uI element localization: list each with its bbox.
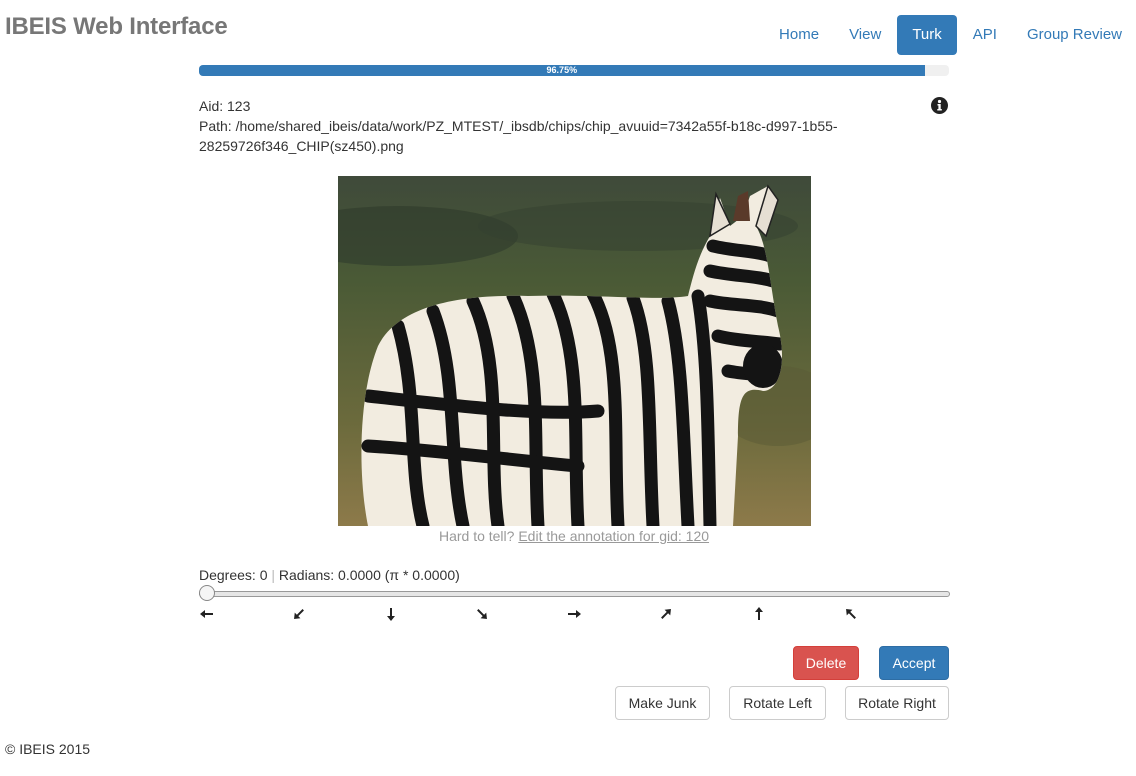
hard-to-tell-hint: Hard to tell? Edit the annotation for gi… [199, 528, 949, 544]
nav-api[interactable]: API [959, 15, 1011, 55]
footer-copyright: © IBEIS 2015 [5, 741, 91, 757]
arrow-down-left-icon[interactable] [291, 606, 307, 622]
rotate-right-button[interactable]: Rotate Right [845, 686, 949, 720]
progress-bar: 96.75% [199, 65, 925, 76]
rotation-slider[interactable] [199, 585, 950, 601]
nav-home[interactable]: Home [765, 15, 833, 55]
edit-annotation-link[interactable]: Edit the annotation for gid: 120 [518, 528, 709, 544]
path-text: Path: /home/shared_ibeis/data/work/PZ_MT… [199, 118, 838, 154]
brand-title[interactable]: IBEIS Web Interface [5, 13, 228, 41]
degrees-text: Degrees: 0 [199, 567, 268, 583]
readout-separator: | [271, 567, 276, 583]
delete-button[interactable]: Delete [793, 646, 859, 680]
nav-turk[interactable]: Turk [897, 15, 957, 55]
annotation-meta: Aid: 123 Path: /home/shared_ibeis/data/w… [199, 96, 899, 156]
accept-button[interactable]: Accept [879, 646, 949, 680]
info-circle-icon[interactable] [931, 97, 948, 114]
annotation-chip-image [338, 176, 811, 526]
rotation-readout: Degrees: 0 | Radians: 0.0000 (π * 0.0000… [199, 567, 460, 583]
aid-text: Aid: 123 [199, 98, 251, 114]
arrow-down-right-icon[interactable] [474, 606, 490, 622]
arrow-up-left-icon[interactable] [843, 606, 859, 622]
slider-thumb[interactable] [199, 585, 215, 601]
top-nav: Home View Turk API Group Review [763, 15, 1136, 55]
arrow-up-right-icon[interactable] [658, 606, 674, 622]
nav-view[interactable]: View [835, 15, 895, 55]
arrow-right-icon[interactable] [566, 606, 582, 622]
hint-prefix: Hard to tell? [438, 528, 515, 544]
arrow-left-icon[interactable] [199, 606, 215, 622]
radians-text: Radians: 0.0000 (π * 0.0000) [278, 567, 460, 583]
make-junk-button[interactable]: Make Junk [615, 686, 710, 720]
arrow-up-icon[interactable] [751, 606, 767, 622]
arrow-down-icon[interactable] [383, 606, 399, 622]
nav-group-review[interactable]: Group Review [1013, 15, 1136, 55]
progress-track: 96.75% [199, 65, 949, 76]
rotate-left-button[interactable]: Rotate Left [729, 686, 826, 720]
slider-track[interactable] [199, 591, 950, 597]
